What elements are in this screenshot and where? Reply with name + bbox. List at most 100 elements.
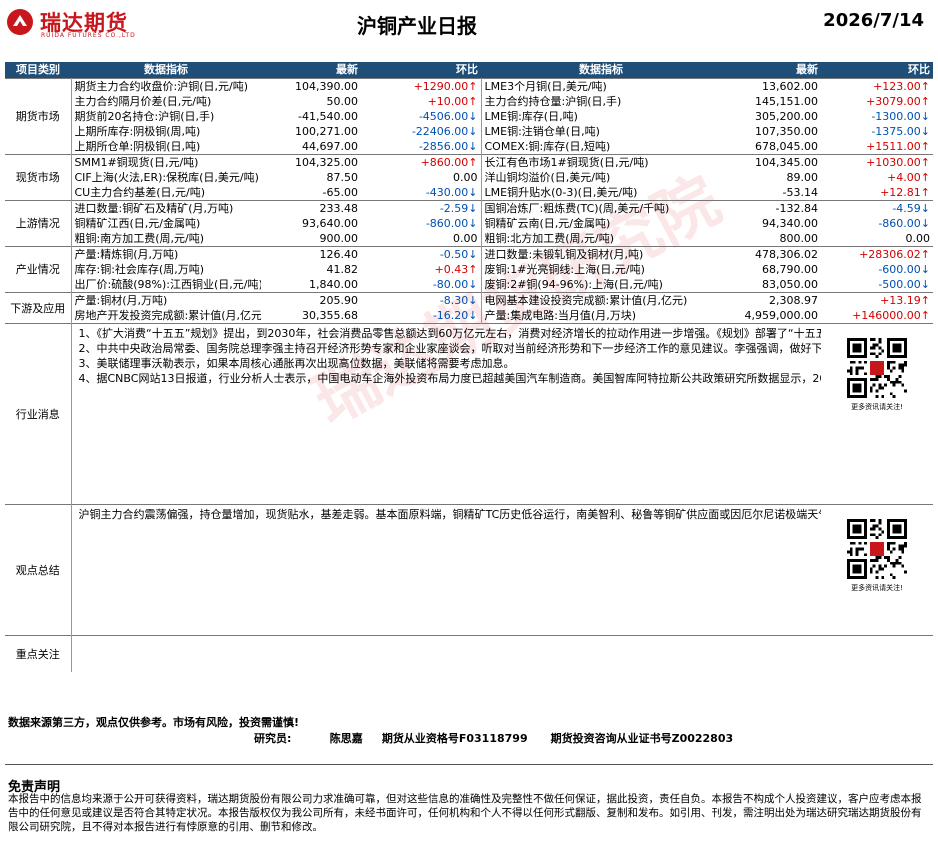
indicator-name: LME铜:注销仓单(日,吨) (484, 125, 600, 138)
change-value: +12.81↑ (880, 186, 930, 199)
indicator-name: 期货前20名持仓:沪铜(日,手) (74, 110, 215, 123)
indicator-name: 进口数量:未锻轧铜及铜材(月,吨) (481, 246, 721, 262)
qr-caption: 更多资讯请关注! (851, 403, 903, 411)
indicator-name: CU主力合约基差(日,元/吨) (74, 186, 206, 199)
focus-text (71, 635, 933, 672)
change-value: +0.43↑ (361, 262, 482, 277)
table-row: CIF上海(火法,ER):保税库(日,美元/吨) 87.50 0.00 洋山铜均溢价(… (5, 170, 933, 185)
latest-value: -53.14 (782, 186, 818, 199)
indicator-name: 电网基本建设投资完成额:累计值(月,亿元) (481, 292, 721, 308)
latest-value: 93,640.00 (302, 217, 358, 230)
change-value: +123.00↑ (821, 78, 933, 94)
table-row: 铜精矿江西(日,元/金属吨) 93,640.00 -860.00↓ 铜精矿云南(日,元… (5, 216, 933, 231)
latest-value: 1,840.00 (309, 278, 358, 291)
change-value: -860.00↓ (878, 217, 930, 230)
indicator-name: 产量:铜材(月,万吨) (71, 292, 261, 308)
latest-value: -65.00 (322, 186, 358, 199)
view-summary-text: 沪铜主力合约震荡偏强，持仓量增加，现货贴水，基差走弱。基本面原料端，铜精矿TC历… (78, 508, 822, 521)
indicator-name: 粗铜:南方加工费(周,元/吨) (74, 232, 205, 245)
latest-value: 678,045.00 (755, 140, 818, 153)
indicator-name: 上期所库存:阴极铜(周,吨) (74, 125, 201, 138)
latest-value: 68,790.00 (762, 263, 818, 276)
latest-value: 30,355.68 (302, 309, 358, 322)
indicator-name: 主力合约持仓量:沪铜(日,手) (484, 95, 622, 108)
latest-value: 87.50 (326, 171, 359, 184)
view-qr-cell: 更多资讯请关注! (821, 504, 933, 636)
indicator-name: 粗铜:北方加工费(周,元/吨) (484, 232, 615, 245)
table-header-row: 项目类别 数据指标 最新 环比 数据指标 最新 环比 (5, 62, 933, 79)
news-paragraph: 4、据CNBC网站13日报道，行业分析人士表示，中国电动车企海外投资布局力度已超… (78, 372, 822, 385)
table-row: 上期所仓单:阴极铜(日,吨) 44,697.00 -2856.00↓ COMEX:铜:… (5, 139, 933, 155)
change-value: +1290.00↑ (361, 78, 482, 94)
indicator-name: 产量:集成电路:当月值(月,万块) (484, 309, 637, 322)
latest-value: 13,602.00 (721, 78, 821, 94)
change-value: -4.59↓ (821, 200, 933, 216)
latest-value: 41.82 (326, 263, 359, 276)
change-value: -22406.00↓ (361, 124, 482, 139)
latest-value: 89.00 (786, 171, 819, 184)
table-row: 主力合约隔月价差(日,元/吨) 50.00 +10.00↑ 主力合约持仓量:沪铜(日,… (5, 94, 933, 109)
researcher-label: 研究员: (254, 732, 292, 745)
change-value: -1300.00↓ (871, 110, 930, 123)
qr-code-icon (847, 519, 907, 579)
change-value: +1511.00↑ (866, 140, 930, 153)
latest-value: 145,151.00 (755, 95, 818, 108)
table-row: 下游及应用 产量:铜材(月,万吨) 205.90 -8.30↓ 电网基本建设投资完成额:… (5, 292, 933, 324)
indicator-name: CIF上海(火法,ER):保税库(日,美元/吨) (74, 171, 259, 184)
view-summary-cell: 沪铜主力合约震荡偏强，持仓量增加，现货贴水，基差走弱。基本面原料端，铜精矿TC历… (71, 504, 822, 636)
change-value: 0.00 (905, 232, 931, 245)
data-body: 期货市场 期货主力合约收盘价:沪铜(日,元/吨) 104,390.00 +1290.0… (5, 78, 933, 324)
change-value: -0.50↓ (361, 246, 482, 262)
change-value: +1030.00↑ (821, 154, 933, 170)
disclaimer-text: 本报告中的信息均来源于公开可获得资料，瑞达期货股份有限公司力求准确可靠，但对这些… (8, 793, 922, 833)
news-paragraph: 2、中共中央政治局常委、国务院总理李强主持召开经济形势专家和企业家座谈会，听取对… (78, 342, 822, 355)
report-date: 2026/7/14 (823, 10, 924, 31)
latest-value: 44,697.00 (302, 140, 358, 153)
indicator-name: 铜精矿江西(日,元/金属吨) (74, 217, 201, 230)
change-value: -2856.00↓ (361, 139, 482, 155)
change-value: -860.00↓ (361, 216, 482, 231)
indicator-name: 废铜:1#光亮铜线:上海(日,元/吨) (484, 263, 645, 276)
category-cell: 期货市场 (5, 78, 72, 155)
table-row: 期货前20名持仓:沪铜(日,手) -41,540.00 -4506.00↓ LME铜:… (5, 109, 933, 124)
latest-value: 478,306.02 (721, 246, 821, 262)
change-value: +28306.02↑ (821, 246, 933, 262)
indicator-name: LME铜:库存(日,吨) (484, 110, 578, 123)
indicator-name: 铜精矿云南(日,元/金属吨) (484, 217, 611, 230)
researcher-line: 研究员: 陈思嘉 期货从业资格号F03118799 期货投资咨询从业证书号Z00… (254, 730, 733, 746)
view-summary-cat: 观点总结 (5, 504, 72, 636)
indicator-name: LME3个月铜(日,美元/吨) (481, 78, 721, 94)
header-ind: 数据指标 (71, 62, 261, 79)
indicator-name: LME铜升贴水(0-3)(日,美元/吨) (484, 186, 638, 199)
change-value: +4.00↑ (887, 171, 930, 184)
table-row: 库存:铜:社会库存(周,万吨) 41.82 +0.43↑ 废铜:1#光亮铜线:上海(日… (5, 262, 933, 277)
category-cell: 上游情况 (5, 200, 72, 247)
indicator-name: COMEX:铜:库存(日,短吨) (484, 140, 611, 153)
risk-note: 数据来源第三方，观点仅供参考。市场有风险，投资需谨慎! (8, 716, 300, 729)
researcher-qual2: 期货投资咨询从业证书号Z0022803 (550, 732, 734, 745)
change-value: +10.00↑ (361, 94, 482, 109)
indicator-name: 废铜:2#铜(94-96%):上海(日,元/吨) (484, 278, 663, 291)
researcher-name: 陈思嘉 (329, 732, 363, 745)
indicator-name: 进口数量:铜矿石及精矿(月,万吨) (71, 200, 261, 216)
header-change: 环比 (821, 62, 933, 79)
indicator-name: 房地产开发投资完成额:累计值(月,亿元) (74, 309, 262, 322)
indicator-name: 洋山铜均溢价(日,美元/吨) (484, 171, 611, 184)
latest-value: 83,050.00 (762, 278, 818, 291)
latest-value: 233.48 (261, 200, 361, 216)
indicator-name: 产量:精炼铜(月,万吨) (71, 246, 261, 262)
change-value: -500.00↓ (878, 278, 930, 291)
table-row: 粗铜:南方加工费(周,元/吨) 900.00 0.00 粗铜:北方加工费(周,元/吨)… (5, 231, 933, 247)
latest-value: 104,325.00 (261, 154, 361, 170)
change-value: -600.00↓ (878, 263, 930, 276)
change-value: +3079.00↑ (866, 95, 930, 108)
researcher-qual1: 期货从业资格号F03118799 (381, 732, 528, 745)
latest-value: 2,308.97 (721, 292, 821, 308)
table-row: 期货市场 期货主力合约收盘价:沪铜(日,元/吨) 104,390.00 +1290.0… (5, 78, 933, 155)
industry-news-cat: 行业消息 (5, 323, 72, 505)
indicator-name: 主力合约隔月价差(日,元/吨) (74, 95, 212, 108)
indicator-name: 国铜冶炼厂:粗炼费(TC)(周,美元/千吨) (481, 200, 721, 216)
indicator-name: 出厂价:硫酸(98%):江西铜业(日,元/吨) (74, 278, 262, 291)
header-change: 环比 (361, 62, 481, 79)
table-row: 现货市场 SMM1#铜现货(日,元/吨) 104,325.00 +860.00↑ 长江有… (5, 154, 933, 201)
